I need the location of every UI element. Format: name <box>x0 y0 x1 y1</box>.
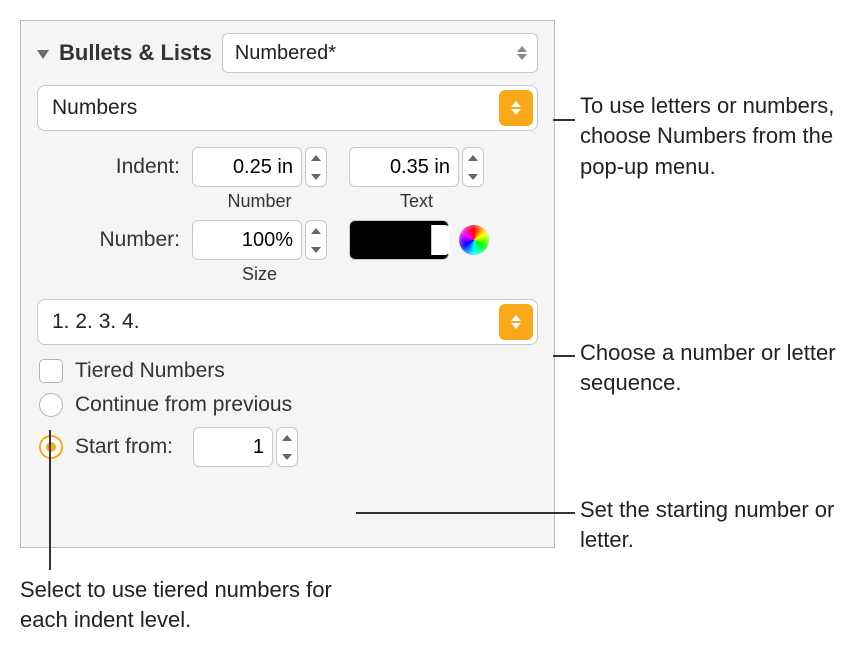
continue-previous-radio[interactable] <box>39 393 63 417</box>
start-from-label: Start from: <box>75 435 173 459</box>
list-style-select[interactable]: Numbered* <box>222 33 538 73</box>
list-style-value: Numbered* <box>235 42 336 65</box>
callout-sequence: Choose a number or letter sequence. <box>580 338 850 399</box>
continue-previous-label: Continue from previous <box>75 393 292 417</box>
number-size-input[interactable] <box>192 220 302 260</box>
disclosure-triangle-icon[interactable] <box>37 50 49 59</box>
indent-text-group: Text <box>349 147 484 212</box>
indent-text-input[interactable] <box>349 147 459 187</box>
callout-start: Set the starting number or letter. <box>580 495 840 556</box>
panel-header: Bullets & Lists Numbered* <box>37 33 538 73</box>
number-sequence-value: 1. 2. 3. 4. <box>52 310 140 334</box>
indent-number-stepper[interactable] <box>192 147 327 187</box>
color-wheel-icon[interactable] <box>459 225 489 255</box>
indent-label: Indent: <box>37 147 192 179</box>
indent-row: Indent: Number Text <box>37 147 538 212</box>
callout-leader <box>49 430 51 570</box>
start-from-stepper[interactable] <box>193 427 298 467</box>
tiered-numbers-checkbox[interactable] <box>39 359 63 383</box>
stepper-buttons[interactable] <box>462 147 484 187</box>
number-label: Number: <box>37 220 192 252</box>
indent-number-input[interactable] <box>192 147 302 187</box>
number-row: Number: Size <box>37 220 538 285</box>
callout-tiered: Select to use tiered numbers for each in… <box>20 575 350 636</box>
tiered-numbers-row: Tiered Numbers <box>37 359 538 383</box>
stepper-buttons[interactable] <box>276 427 298 467</box>
chevron-updown-icon <box>499 90 533 126</box>
indent-number-group: Number <box>192 147 327 212</box>
chevron-updown-icon <box>515 46 529 60</box>
start-from-row: Start from: <box>37 427 538 467</box>
start-from-input[interactable] <box>193 427 273 467</box>
callout-leader <box>553 119 575 121</box>
stepper-buttons[interactable] <box>305 220 327 260</box>
chevron-updown-icon <box>499 304 533 340</box>
number-color-well[interactable] <box>349 220 449 260</box>
number-size-sublabel: Size <box>242 264 277 285</box>
tiered-numbers-label: Tiered Numbers <box>75 359 225 383</box>
bullets-lists-panel: Bullets & Lists Numbered* Numbers Indent… <box>20 20 555 548</box>
bullet-type-select[interactable]: Numbers <box>37 85 538 131</box>
start-from-radio[interactable] <box>39 435 63 459</box>
callout-leader <box>553 355 575 357</box>
number-sequence-select[interactable]: 1. 2. 3. 4. <box>37 299 538 345</box>
bullet-type-value: Numbers <box>52 96 137 120</box>
stepper-buttons[interactable] <box>305 147 327 187</box>
indent-text-stepper[interactable] <box>349 147 484 187</box>
continue-previous-row: Continue from previous <box>37 393 538 417</box>
section-title: Bullets & Lists <box>59 40 212 66</box>
indent-text-sublabel: Text <box>400 191 433 212</box>
callout-leader <box>356 512 575 514</box>
indent-number-sublabel: Number <box>227 191 291 212</box>
number-size-group: Size <box>192 220 327 285</box>
number-size-stepper[interactable] <box>192 220 327 260</box>
callout-type: To use letters or numbers, choose Number… <box>580 91 850 182</box>
